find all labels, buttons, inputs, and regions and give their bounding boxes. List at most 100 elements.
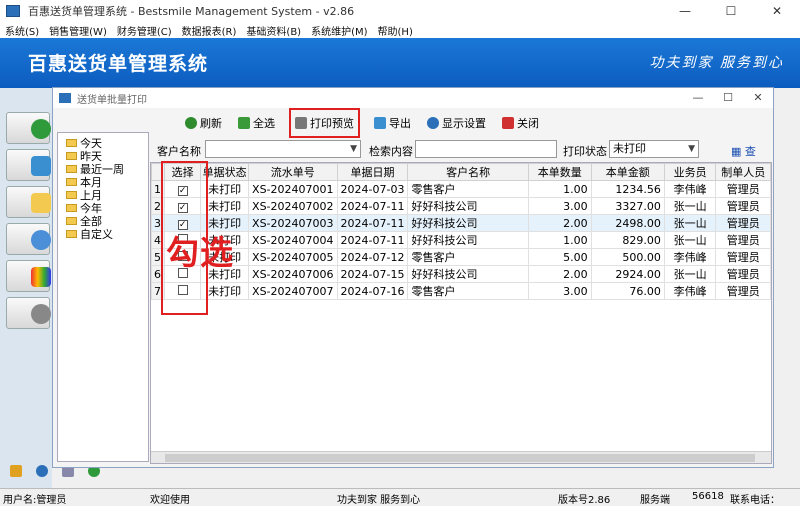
table-row[interactable]: 2 ✓ 未打印 XS-202407002 2024-07-11 好好科技公司 3.00 332… [151, 197, 771, 215]
table-row[interactable]: 5 未打印 XS-202407005 2024-07-12 零售客户 5.00 500.00… [151, 248, 771, 266]
cell-qty: 3.00 [527, 282, 592, 300]
menu-maintenance[interactable]: 系统维护(M) [311, 23, 367, 38]
cell-customer: 好好科技公司 [407, 265, 529, 283]
menu-finance[interactable]: 财务管理(C) [117, 23, 172, 38]
windows-icon [31, 156, 51, 176]
date-range-tree: 今天 昨天 最近一周 本月 上月 今年 全部 自定义 [57, 132, 149, 462]
maximize-button[interactable]: ☐ [708, 0, 754, 22]
folder-icon [66, 138, 77, 147]
cell-no: XS-202407001 [248, 180, 338, 198]
clock-icon[interactable] [36, 465, 48, 477]
cell-amount: 76.00 [590, 282, 665, 300]
folder-icon [31, 193, 51, 213]
column-header-serial-no[interactable]: 流水单号 [248, 163, 338, 181]
menu-reports[interactable]: 数据报表(R) [182, 23, 237, 38]
display-settings-button[interactable]: 显示设置 [425, 113, 488, 133]
menu-sales[interactable]: 销售管理(W) [49, 23, 107, 38]
dialog-title: 送货单批量打印 [77, 94, 147, 106]
cell-amount: 829.00 [590, 231, 665, 249]
table-row[interactable]: 3 ✓ 未打印 XS-202407003 2024-07-11 好好科技公司 2.00 249… [151, 214, 771, 232]
cell-date: 2024-07-03 [336, 180, 409, 198]
cell-maker: 管理员 [715, 231, 771, 249]
select-all-button[interactable]: 全选 [236, 113, 277, 133]
tree-item-last-week[interactable]: 最近一周 [66, 162, 148, 176]
close-window-button[interactable]: ✕ [754, 0, 800, 22]
minimize-button[interactable]: — [662, 0, 708, 22]
cell-qty: 3.00 [527, 197, 592, 215]
export-button[interactable]: 导出 [372, 113, 413, 133]
cell-no: XS-202407005 [248, 248, 338, 266]
cell-customer: 零售客户 [407, 180, 529, 198]
gear-icon [31, 304, 51, 324]
folder-icon [66, 216, 77, 225]
cell-sales: 张一山 [663, 265, 717, 283]
column-header-salesperson[interactable]: 业务员 [663, 163, 717, 181]
annotation-check: 勾选 [166, 233, 234, 272]
export-icon [374, 117, 386, 129]
cell-maker: 管理员 [715, 180, 771, 198]
horizontal-scrollbar[interactable] [151, 451, 771, 463]
status-contact: 联系电话： [730, 495, 780, 506]
folder-icon [66, 229, 77, 238]
dialog-close-button[interactable]: ✕ [743, 88, 773, 108]
column-header-amount[interactable]: 本单金额 [590, 163, 665, 181]
select-all-icon [238, 117, 250, 129]
menu-help[interactable]: 帮助(H) [378, 23, 413, 38]
tree-item-this-month[interactable]: 本月 [66, 175, 148, 189]
printer-icon [295, 117, 307, 129]
cell-amount: 2924.00 [590, 265, 665, 283]
dialog-maximize-button[interactable]: ☐ [713, 88, 743, 108]
column-header-date[interactable]: 单据日期 [336, 163, 409, 181]
find-icon: ▦ [731, 145, 745, 158]
cell-sales: 李伟峰 [663, 180, 717, 198]
status-version: 版本号2.86 [558, 495, 611, 506]
column-header-maker[interactable]: 制单人员 [715, 163, 771, 181]
close-button[interactable]: 关闭 [500, 113, 541, 133]
table-row[interactable]: 1 ✓ 未打印 XS-202407001 2024-07-03 零售客户 1.00 1234.… [151, 180, 771, 198]
table-row[interactable]: 4 未打印 XS-202407004 2024-07-11 好好科技公司 1.00 829.… [151, 231, 771, 249]
folder-icon [66, 164, 77, 173]
tree-item-today[interactable]: 今天 [66, 136, 148, 150]
dialog-minimize-button[interactable]: — [683, 88, 713, 108]
cell-qty: 1.00 [527, 231, 592, 249]
table-row[interactable]: 6 未打印 XS-202407006 2024-07-15 好好科技公司 2.00 2924… [151, 265, 771, 283]
tree-item-custom[interactable]: 自定义 [66, 227, 148, 241]
tool-button-folder[interactable] [6, 186, 51, 218]
chart-icon [31, 267, 51, 287]
refresh-button[interactable]: 刷新 [183, 113, 224, 133]
table-row[interactable]: 7 未打印 XS-202407007 2024-07-16 零售客户 3.00 76.00 李… [151, 282, 771, 300]
print-preview-button[interactable]: 打印预览 [289, 108, 360, 138]
tool-button-check[interactable] [6, 112, 51, 144]
cell-date: 2024-07-16 [336, 282, 409, 300]
filter-bar: 客户名称 ▼ 检索内容 打印状态 未打印▼ ▦ 查找.. [153, 140, 773, 174]
note-icon[interactable] [10, 465, 22, 477]
tree-item-this-year[interactable]: 今年 [66, 201, 148, 215]
tree-item-last-month[interactable]: 上月 [66, 188, 148, 202]
dialog-title-bar: 送货单批量打印 — ☐ ✕ [53, 88, 773, 108]
cell-maker: 管理员 [715, 282, 771, 300]
folder-icon [66, 177, 77, 186]
cell-date: 2024-07-11 [336, 197, 409, 215]
menu-basic-data[interactable]: 基础资料(B) [246, 23, 301, 38]
tool-button-windows[interactable] [6, 149, 51, 181]
customer-name-select[interactable]: ▼ [205, 140, 361, 158]
refresh-icon [185, 117, 197, 129]
tool-button-search[interactable] [6, 223, 51, 255]
cell-sales: 张一山 [663, 197, 717, 215]
tool-button-chart[interactable] [6, 260, 51, 292]
cell-customer: 好好科技公司 [407, 231, 529, 249]
cell-amount: 2498.00 [590, 214, 665, 232]
menu-system[interactable]: 系统(S) [5, 23, 39, 38]
column-header-customer[interactable]: 客户名称 [407, 163, 529, 181]
scrollbar-thumb[interactable] [165, 454, 755, 462]
print-status-select[interactable]: 未打印 ▼ [609, 140, 699, 158]
cell-maker: 管理员 [715, 214, 771, 232]
cell-date: 2024-07-15 [336, 265, 409, 283]
table-header-row: 选择 单据状态 流水单号 单据日期 客户名称 本单数量 本单金额 业务员 制单人… [151, 163, 771, 181]
search-content-input[interactable] [415, 140, 557, 158]
column-header-qty[interactable]: 本单数量 [527, 163, 592, 181]
cell-maker: 管理员 [715, 265, 771, 283]
cell-no: XS-202407006 [248, 265, 338, 283]
menu-bar: 系统(S) 销售管理(W) 财务管理(C) 数据报表(R) 基础资料(B) 系统… [0, 22, 800, 38]
tool-button-settings[interactable] [6, 297, 51, 329]
